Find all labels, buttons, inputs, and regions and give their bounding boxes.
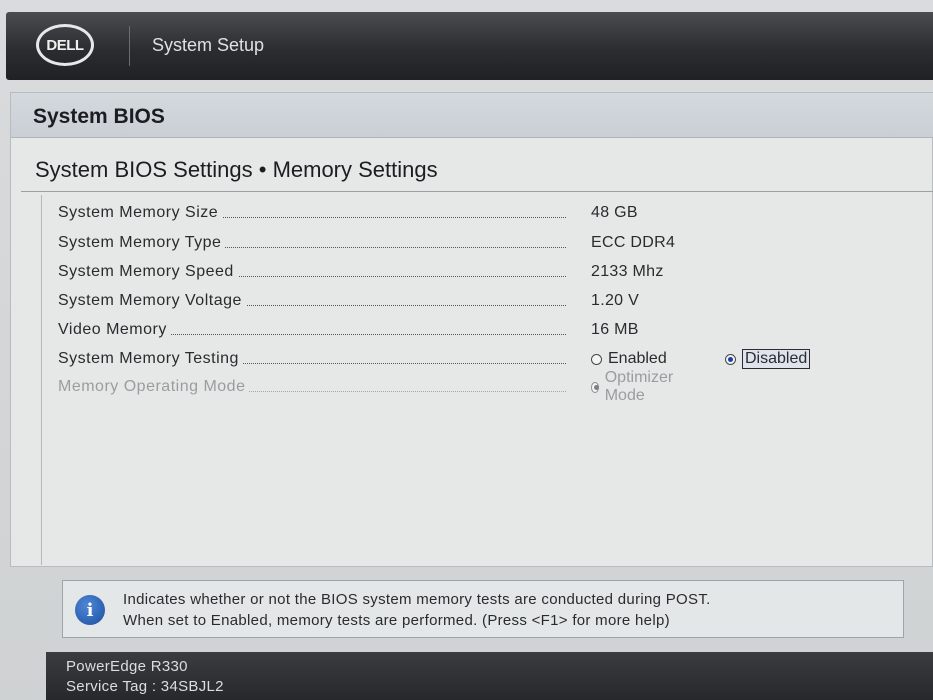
setting-row-memory-testing: System Memory Testing Enabled Disabled bbox=[42, 346, 933, 374]
footer-bar: PowerEdge R330 Service Tag : 34SBJL2 bbox=[46, 652, 933, 700]
option-label-disabled[interactable]: Disabled bbox=[742, 349, 811, 369]
setting-label: Memory Operating Mode bbox=[58, 378, 250, 396]
setting-row-memory-type: System Memory Type ECC DDR4 bbox=[42, 230, 933, 258]
setting-value: ECC DDR4 bbox=[591, 234, 676, 251]
memory-testing-disabled-option[interactable]: Disabled bbox=[725, 348, 811, 370]
help-text-line-2: When set to Enabled, memory tests are pe… bbox=[123, 612, 670, 629]
setting-label: System Memory Speed bbox=[58, 263, 238, 281]
setting-label: System Memory Testing bbox=[58, 350, 243, 368]
setting-value: 2133 Mhz bbox=[591, 263, 664, 280]
option-label-optimizer: Optimizer Mode bbox=[604, 369, 674, 404]
settings-list: System Memory Size 48 GB System Memory T… bbox=[41, 195, 933, 565]
setting-label: Video Memory bbox=[58, 321, 171, 339]
setting-row-memory-voltage: System Memory Voltage 1.20 V bbox=[42, 288, 933, 316]
main-panel: System BIOS System BIOS Settings • Memor… bbox=[10, 92, 933, 567]
page-title: System BIOS bbox=[33, 105, 165, 128]
header-title: System Setup bbox=[152, 35, 265, 55]
setting-label: System Memory Voltage bbox=[58, 292, 246, 310]
dell-logo: DELL bbox=[36, 24, 94, 66]
setting-row-memory-size: System Memory Size 48 GB bbox=[42, 200, 933, 228]
service-tag: Service Tag : 34SBJL2 bbox=[66, 678, 224, 695]
help-text: Indicates whether or not the BIOS system… bbox=[123, 589, 893, 631]
setting-row-video-memory: Video Memory 16 MB bbox=[42, 317, 933, 345]
radio-disabled[interactable] bbox=[725, 353, 736, 365]
help-bar: i Indicates whether or not the BIOS syst… bbox=[62, 580, 904, 638]
section-divider bbox=[21, 191, 933, 192]
section-title: System BIOS Settings • Memory Settings bbox=[35, 157, 438, 182]
setting-row-memory-speed: System Memory Speed 2133 Mhz bbox=[42, 259, 933, 287]
header-divider bbox=[129, 26, 130, 66]
radio-optimizer-mode bbox=[591, 381, 599, 393]
system-model: PowerEdge R330 bbox=[66, 658, 188, 675]
info-icon: i bbox=[75, 595, 105, 625]
radio-enabled[interactable] bbox=[591, 353, 602, 365]
memory-testing-enabled-option[interactable]: Enabled bbox=[591, 348, 667, 370]
setting-label: System Memory Type bbox=[58, 234, 226, 252]
setting-value: 16 MB bbox=[591, 321, 639, 338]
setting-value: 1.20 V bbox=[591, 292, 640, 309]
help-text-line-1: Indicates whether or not the BIOS system… bbox=[123, 591, 711, 608]
setting-label: System Memory Size bbox=[58, 204, 223, 222]
bios-screen: DELL System Setup System BIOS System BIO… bbox=[0, 0, 933, 700]
option-label-enabled[interactable]: Enabled bbox=[608, 350, 667, 368]
header-bar: DELL System Setup bbox=[6, 12, 933, 80]
page-title-bar: System BIOS bbox=[11, 93, 933, 138]
setting-row-memory-operating-mode: Memory Operating Mode Optimizer Mode bbox=[42, 369, 933, 404]
setting-value: 48 GB bbox=[591, 204, 638, 221]
optimizer-mode-option: Optimizer Mode bbox=[591, 369, 676, 404]
